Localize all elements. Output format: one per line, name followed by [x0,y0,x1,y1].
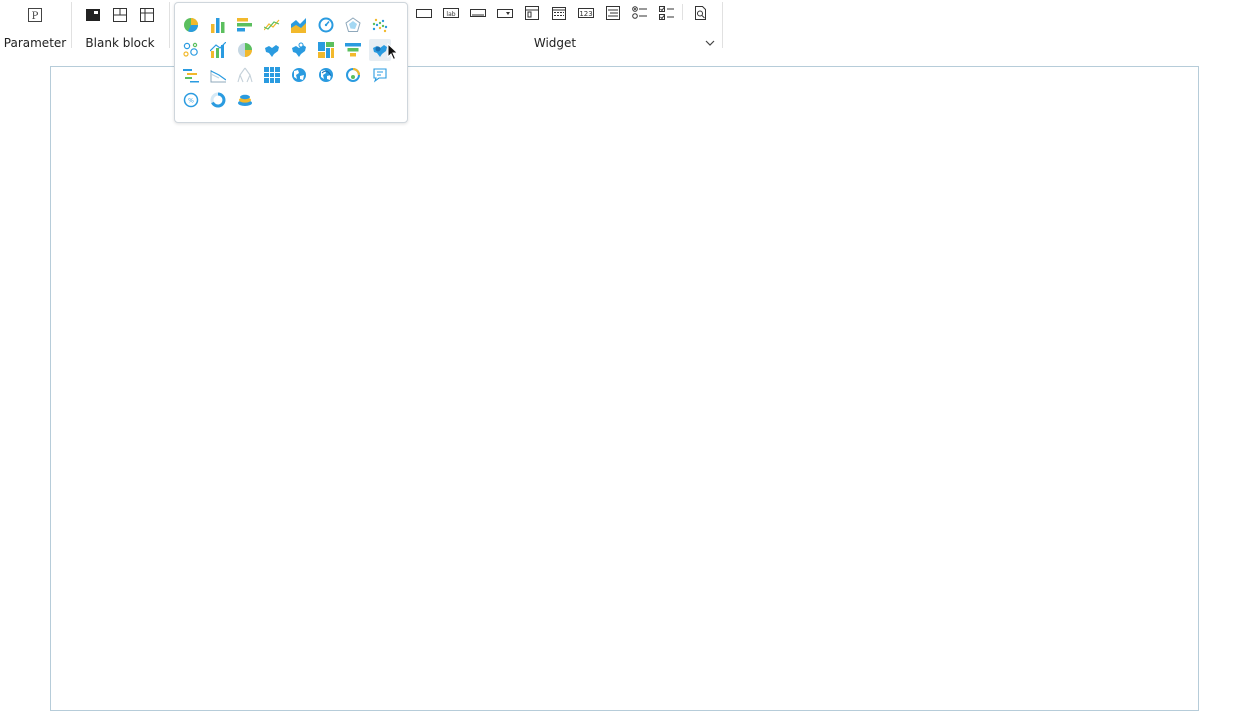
point-map-icon [292,42,306,57]
chart-type-funnel[interactable] [342,39,364,61]
box-plot-chart-icon [210,70,226,83]
parameter-icon: P [28,8,42,22]
checkbox-group-icon [659,6,674,20]
area-chart-icon [291,18,306,33]
chart-type-radar[interactable] [342,14,364,36]
chevron-down-icon [705,40,715,46]
chart-type-scatter[interactable] [369,14,391,36]
chart-type-tree[interactable] [234,64,256,86]
chart-type-treemap[interactable] [315,39,337,61]
checkbox-group-button[interactable] [657,3,677,23]
svg-text:123: 123 [579,10,592,18]
radio-group-icon [632,6,647,19]
report-block-icon [140,8,154,22]
text-box-button[interactable] [468,3,488,23]
table-chart-icon [264,67,280,83]
funnel-chart-icon [345,43,361,57]
chart-type-combination[interactable] [207,39,229,61]
report-canvas[interactable] [50,66,1199,711]
chart-type-gantt[interactable] [180,64,202,86]
chart-type-globe[interactable] [288,64,310,86]
list-box-button[interactable] [603,3,623,23]
list-box-icon [606,6,620,20]
combination-chart-icon [210,42,226,58]
form-block-button[interactable] [522,3,542,23]
map-chart-icon [265,45,279,57]
chart-type-point-map[interactable] [288,39,310,61]
chart-type-stacked-disk[interactable] [234,89,256,111]
label-widget-button[interactable]: lab [441,3,461,23]
treemap-chart-icon [318,42,334,58]
ring-chart-icon [346,68,360,82]
chart-type-map[interactable] [261,39,283,61]
widget-expand-toggle[interactable] [703,36,717,50]
tab-block-icon [113,8,127,22]
chart-type-box-plot[interactable] [207,64,229,86]
text-box-icon [470,9,486,17]
circle-progress-icon: % [183,92,199,108]
absolute-block-icon [86,9,100,21]
column-chart-icon [211,18,225,33]
chart-type-circle-progress[interactable]: % [180,89,202,111]
form-block-icon [525,6,539,20]
stacked-disk-icon [238,94,252,106]
chart-type-popup: % [174,2,408,123]
svg-text:lab: lab [446,11,455,18]
globe-flow-icon [319,68,333,82]
chart-type-globe-flow[interactable] [315,64,337,86]
rectangle-frame-icon [416,9,432,18]
scatter-chart-icon [372,18,388,33]
chart-type-bubble[interactable] [180,39,202,61]
donut-progress-icon [210,92,226,108]
frame-widget-button[interactable] [414,3,434,23]
report-block-button[interactable] [137,5,157,25]
date-picker-icon [552,7,566,20]
parameter-button[interactable]: P [25,5,45,25]
chart-type-area[interactable] [288,14,310,36]
chart-type-pie[interactable] [180,14,202,36]
toolbar-separator [682,4,683,20]
number-field-button[interactable]: 123 [576,3,596,23]
toolbar-separator [722,2,723,48]
bar-chart-icon [237,18,252,32]
chart-type-heat-map[interactable] [369,39,391,61]
chart-type-bar[interactable] [234,14,256,36]
widget-label: Widget [533,36,577,50]
line-chart-icon [264,19,280,31]
globe-chart-icon [292,68,306,82]
absolute-block-button[interactable] [83,5,103,25]
bubble-chart-icon [183,42,198,57]
date-picker-button[interactable] [549,3,569,23]
tab-block-button[interactable] [110,5,130,25]
radar-chart-icon [345,17,361,32]
chart-type-rose-pie[interactable] [234,39,256,61]
blank-block-group: Blank block [72,0,168,52]
label-widget-icon: lab [443,8,459,18]
chart-type-donut-progress[interactable] [207,89,229,111]
dropdown-icon [497,9,513,18]
dropdown-button[interactable] [495,3,515,23]
chart-type-word-cloud[interactable] [369,64,391,86]
parameter-label: Parameter [3,36,67,50]
gauge-chart-icon [318,17,334,33]
number-field-icon: 123 [578,8,594,18]
blank-block-label: Blank block [85,36,155,50]
word-cloud-icon [373,68,387,83]
radio-group-button[interactable] [630,3,650,23]
parameter-group: P Parameter [0,0,70,52]
chart-type-column[interactable] [207,14,229,36]
chart-type-table[interactable] [261,64,283,86]
pie-chart-icon [184,18,198,32]
gantt-chart-icon [183,69,199,83]
svg-text:%: % [188,98,194,105]
chart-type-gauge[interactable] [315,14,337,36]
tree-chart-icon [237,67,253,83]
query-button-widget[interactable] [691,3,711,23]
query-button-icon [695,6,706,20]
chart-type-ring[interactable] [342,64,364,86]
svg-text:P: P [32,11,39,22]
heat-map-icon [373,45,387,57]
rose-pie-chart-icon [238,43,252,57]
chart-type-line[interactable] [261,14,283,36]
